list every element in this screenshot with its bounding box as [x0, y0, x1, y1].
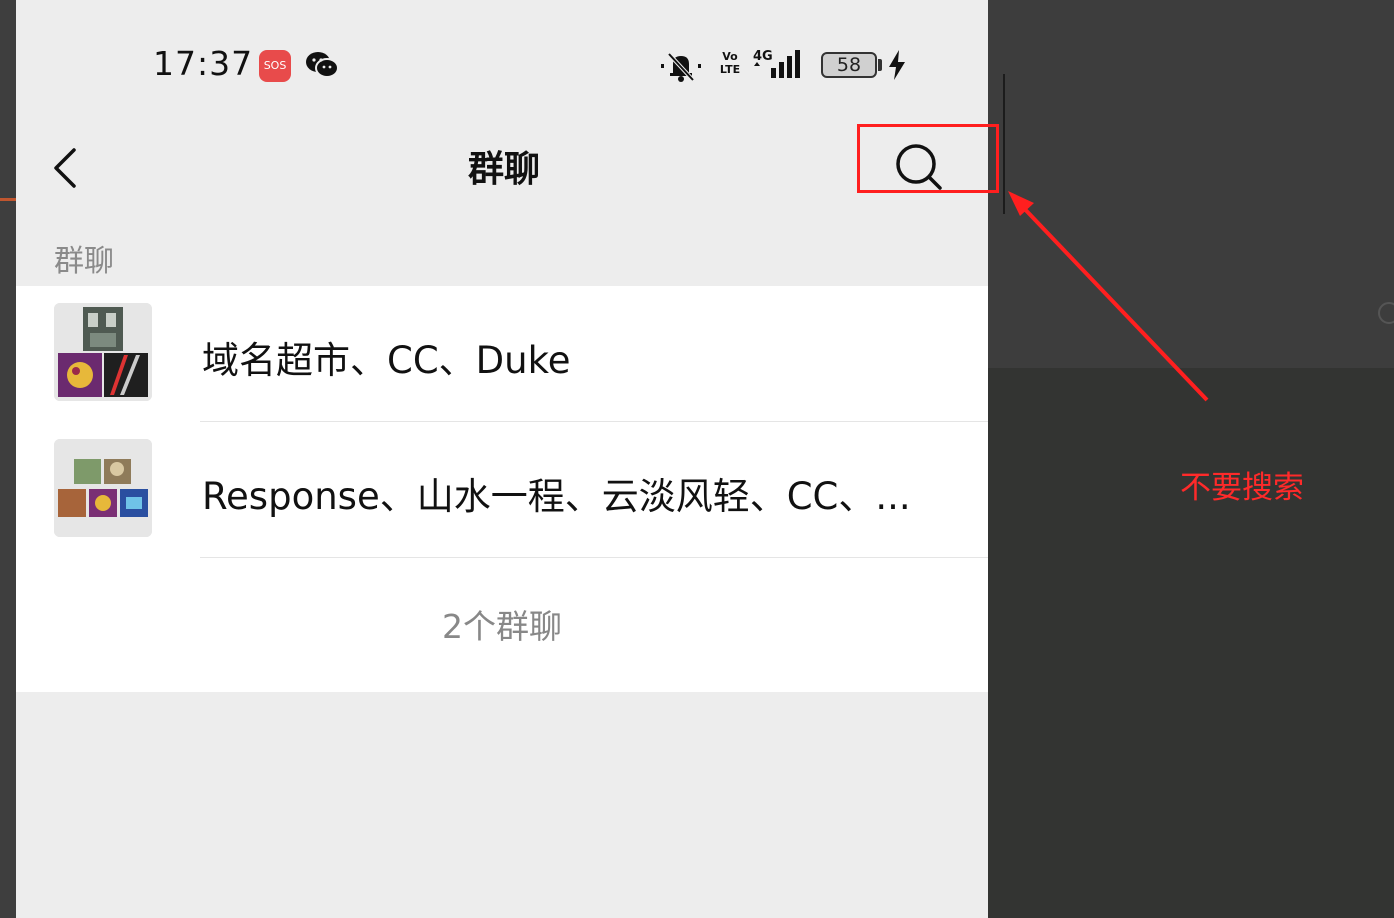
group-name: Response、山水一程、云淡风轻、CC、...: [202, 475, 911, 518]
background-accent-mark: [0, 198, 16, 201]
group-list: 域名超市、CC、Duke Response、山水一程、云淡风轻、CC、... 2…: [16, 286, 988, 692]
background-left-edge: [0, 0, 16, 918]
background-ring-icon: [1378, 302, 1394, 324]
background-panel-bottom: [988, 368, 1394, 918]
group-avatar-icon: [54, 303, 152, 401]
background-divider: [1003, 74, 1005, 214]
volte-icon: Vo LTE: [719, 50, 741, 76]
battery-icon: 58: [821, 52, 877, 78]
charging-icon: [889, 50, 905, 80]
group-avatar-icon: [54, 439, 152, 537]
page-title-text: 群聊: [467, 149, 540, 190]
group-count: 2个群聊: [442, 607, 562, 646]
sos-icon: SOS: [259, 50, 291, 82]
mute-bell-icon: [661, 52, 701, 82]
status-time: 17:37: [153, 44, 254, 83]
wechat-icon: [306, 52, 339, 78]
row-divider: [200, 557, 988, 558]
annotation-highlight-box: [857, 124, 999, 193]
battery-tip: [878, 59, 882, 71]
group-row[interactable]: 域名超市、CC、Duke: [16, 286, 988, 422]
signal-4g-icon: 4G: [753, 49, 800, 78]
group-row[interactable]: Response、山水一程、云淡风轻、CC、...: [16, 422, 988, 558]
svg-text:4G: 4G: [753, 49, 773, 64]
phone-screen: 17:37 SOS Vo LTE 4G 58 群聊 群聊 域名超市、CC、Duk…: [16, 0, 988, 918]
group-name: 域名超市、CC、Duke: [202, 339, 571, 382]
section-header: 群聊: [16, 224, 988, 286]
section-header-label: 群聊: [54, 244, 114, 279]
page-title: 群聊: [16, 140, 988, 192]
background-panel-top: [988, 0, 1394, 368]
status-bar: 17:37 SOS Vo LTE 4G 58: [16, 0, 988, 120]
battery-level: 58: [836, 54, 862, 76]
annotation-label: 不要搜索: [1180, 470, 1304, 506]
nav-bar: 群聊: [16, 120, 988, 222]
